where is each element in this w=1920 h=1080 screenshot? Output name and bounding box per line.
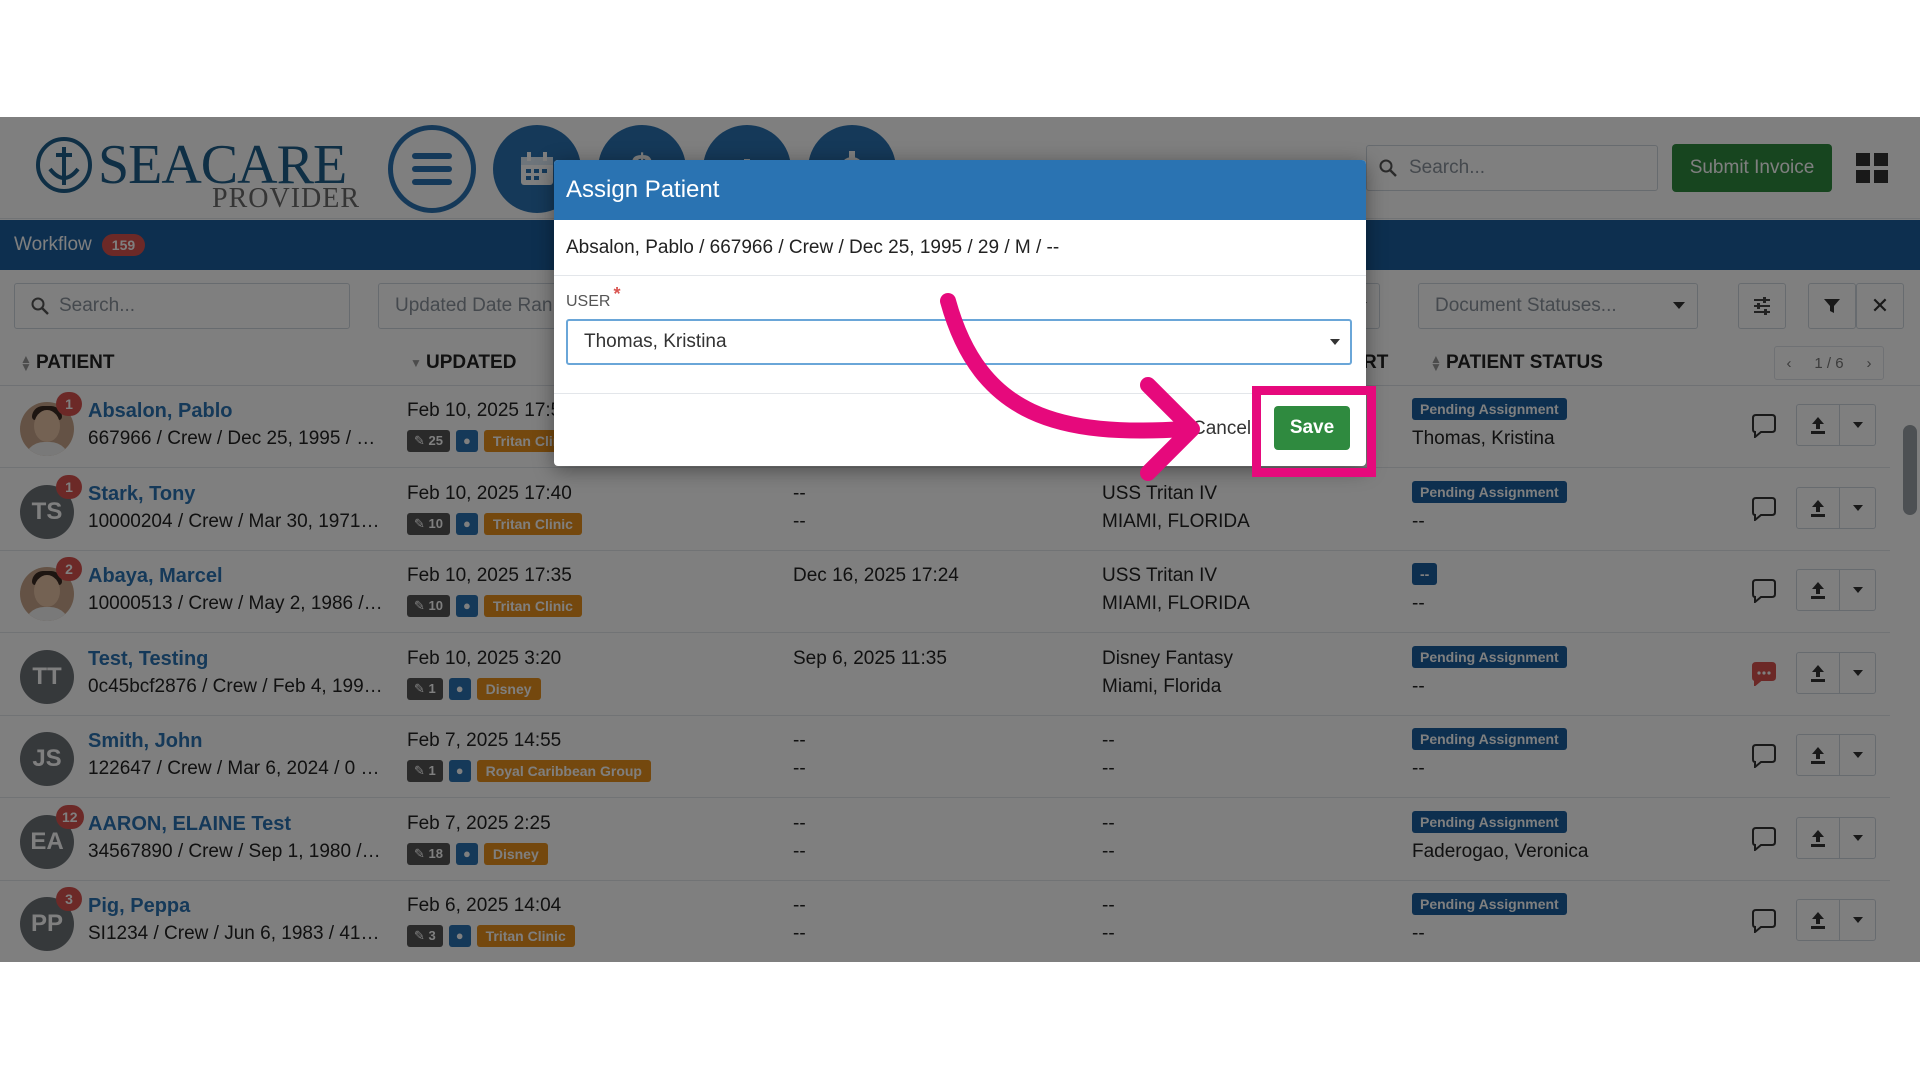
save-highlight-box xyxy=(1252,386,1376,477)
app-frame: SEACARE PROVIDER $ xyxy=(0,117,1920,962)
modal-body: USER * Thomas, Kristina xyxy=(554,276,1366,394)
modal-title: Assign Patient xyxy=(554,160,1366,220)
assign-patient-modal: Assign Patient Absalon, Pablo / 667966 /… xyxy=(554,160,1366,466)
cancel-button[interactable]: Cancel xyxy=(1192,418,1251,440)
user-select-value: Thomas, Kristina xyxy=(584,331,727,352)
user-field-label: USER xyxy=(566,293,611,310)
user-select[interactable]: Thomas, Kristina xyxy=(566,319,1352,365)
caret-down-icon xyxy=(1330,339,1340,345)
required-mark: * xyxy=(613,284,621,304)
modal-patient-info: Absalon, Pablo / 667966 / Crew / Dec 25,… xyxy=(554,220,1366,276)
